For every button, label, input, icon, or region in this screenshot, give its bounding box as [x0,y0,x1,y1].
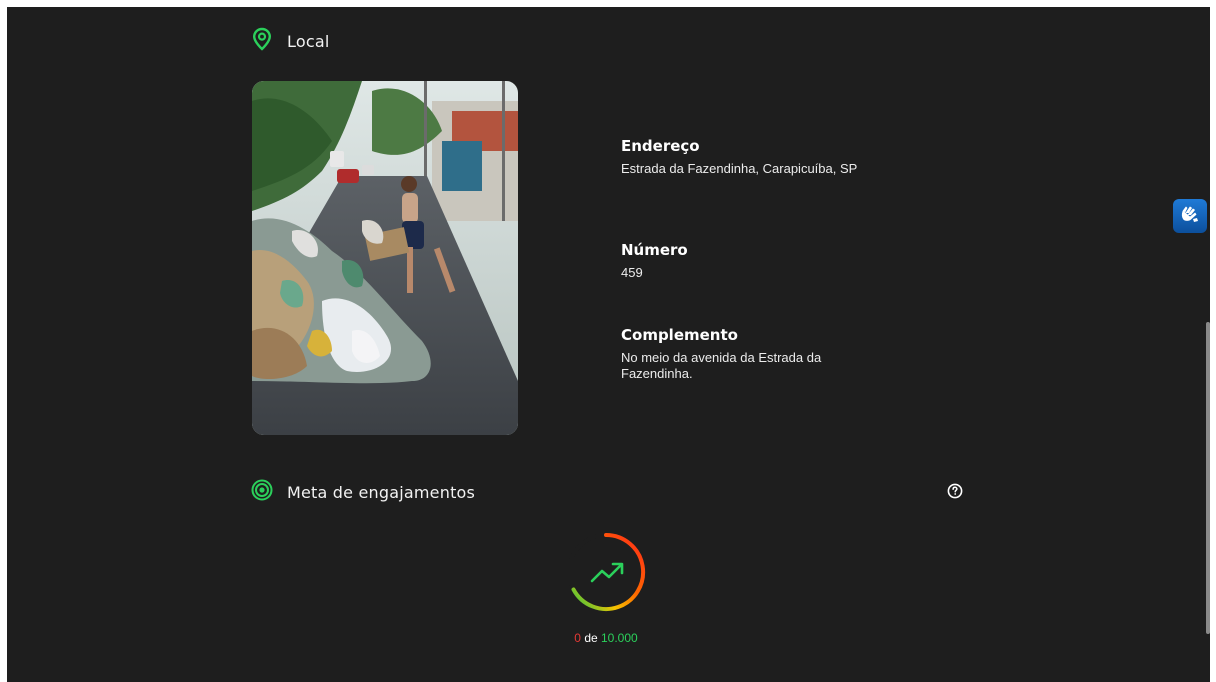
address-value: Estrada da Fazendinha, Carapicuíba, SP [621,161,858,176]
gauge-arc [571,532,646,611]
address-title: Endereço [621,137,700,155]
sign-language-icon [1179,203,1201,230]
engagement-heading: Meta de engajamentos [287,483,476,502]
location-photo [252,81,518,435]
engagement-section-header: Meta de engajamentos [251,479,475,506]
number-value: 459 [621,265,643,280]
page: Local Endereço Estrada da Fazendinha, Ca… [7,7,1210,682]
trending-up-icon [590,562,624,583]
question-circle-icon[interactable] [947,483,963,499]
number-title: Número [621,241,688,259]
map-pin-icon [251,27,273,56]
target-icon [251,479,273,506]
complement-value: No meio da avenida da Estrada da Fazendi… [621,350,822,381]
engagement-current: 0 [574,631,581,645]
sign-language-button[interactable] [1173,199,1207,233]
local-heading: Local [287,32,330,51]
engagement-goal: 10.000 [601,631,638,645]
local-section-header: Local [251,27,329,56]
address-block: Endereço Estrada da Fazendinha, Carapicu… [621,137,891,177]
engagement-gauge [565,531,647,613]
engagement-separator: de [580,631,601,645]
number-block: Número 459 [621,241,891,281]
complement-block: Complemento No meio da avenida da Estrad… [621,326,891,382]
engagement-counter: 0 de 10.000 [555,631,657,645]
scrollbar-thumb[interactable] [1206,322,1210,634]
complement-title: Complemento [621,326,738,344]
